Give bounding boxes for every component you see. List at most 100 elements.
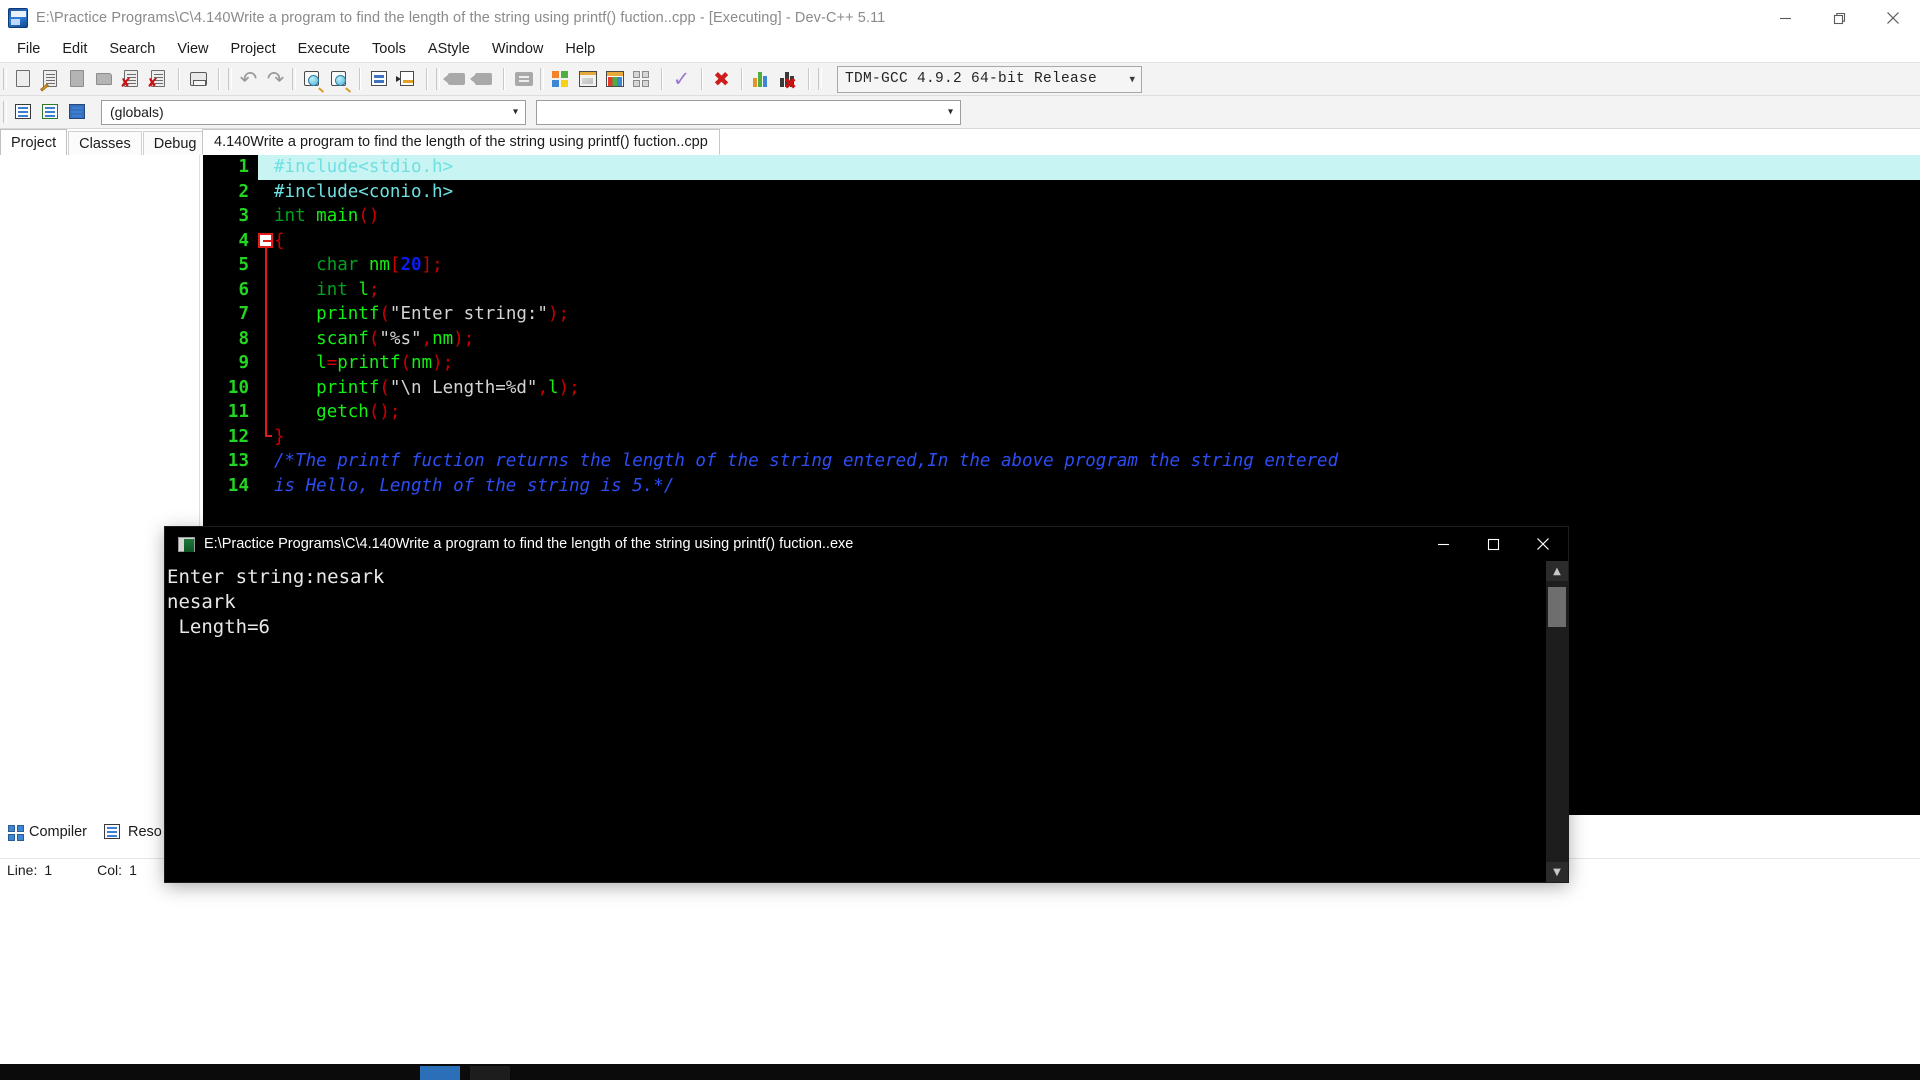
taskbar-item-active[interactable] bbox=[420, 1066, 460, 1080]
line-number: 3 bbox=[238, 206, 249, 226]
tab-compiler[interactable]: Compiler bbox=[8, 824, 88, 841]
new-member-button[interactable] bbox=[37, 99, 64, 126]
magnifier-icon bbox=[303, 70, 325, 93]
toolbar-grip[interactable] bbox=[3, 101, 7, 123]
code-text: char nm[20]; bbox=[316, 255, 443, 275]
toolbar-separator bbox=[661, 68, 662, 90]
find-button[interactable] bbox=[299, 66, 326, 93]
forward-button[interactable] bbox=[470, 66, 497, 93]
syntax-check-button[interactable]: ✓ bbox=[668, 66, 695, 93]
editor-line[interactable]: 4{ bbox=[203, 229, 1920, 254]
back-button[interactable] bbox=[443, 66, 470, 93]
scope-select[interactable]: (globals) ▾ bbox=[101, 99, 526, 125]
editor-line[interactable]: 10 printf("\n Length=%d",l); bbox=[203, 375, 1920, 400]
taskbar-item[interactable] bbox=[470, 1066, 510, 1080]
redo-button[interactable]: ↷ bbox=[262, 66, 289, 93]
scroll-down-arrow-icon[interactable]: ▼ bbox=[1546, 862, 1568, 882]
toggle-bookmark-button[interactable] bbox=[510, 66, 537, 93]
menu-file[interactable]: File bbox=[6, 39, 51, 59]
undo-button[interactable]: ↶ bbox=[235, 66, 262, 93]
restore-button[interactable] bbox=[1812, 0, 1866, 36]
console-minimize-button[interactable] bbox=[1418, 527, 1468, 561]
new-file-button[interactable] bbox=[10, 66, 37, 93]
console-output-line: Length=6 bbox=[167, 616, 270, 638]
editor-line[interactable]: 2 #include<conio.h> bbox=[203, 180, 1920, 205]
editor-tab-active[interactable]: 4.140Write a program to find the length … bbox=[202, 129, 720, 155]
editor-line[interactable]: 3 int main() bbox=[203, 204, 1920, 229]
chevron-down-icon: ▾ bbox=[947, 106, 953, 118]
magnifier-replace-icon bbox=[330, 70, 352, 93]
editor-line[interactable]: 8 scanf("%s",nm); bbox=[203, 326, 1920, 351]
editor-line[interactable]: 5 char nm[20]; bbox=[203, 253, 1920, 278]
tab-project[interactable]: Project bbox=[0, 129, 68, 155]
console-maximize-button[interactable] bbox=[1468, 527, 1518, 561]
close-button[interactable] bbox=[1866, 0, 1920, 36]
profile-button[interactable] bbox=[748, 66, 775, 93]
save-all-button[interactable] bbox=[91, 66, 118, 93]
toolbar-grip[interactable] bbox=[818, 68, 822, 90]
minimize-button[interactable] bbox=[1758, 0, 1812, 36]
scroll-up-arrow-icon[interactable]: ▲ bbox=[1546, 561, 1568, 581]
menu-astyle[interactable]: AStyle bbox=[417, 39, 481, 59]
editor-line[interactable]: 9 l=printf(nm); bbox=[203, 351, 1920, 376]
replace-button[interactable] bbox=[326, 66, 353, 93]
compile-button[interactable] bbox=[547, 66, 574, 93]
menu-execute[interactable]: Execute bbox=[287, 39, 361, 59]
save-button[interactable] bbox=[64, 66, 91, 93]
fold-gutter-empty bbox=[258, 180, 274, 205]
toolbar-grip[interactable] bbox=[436, 68, 440, 90]
delete-profile-button[interactable]: ✖ bbox=[775, 66, 802, 93]
close-all-button[interactable]: ✘ bbox=[145, 66, 172, 93]
toolbar-grip[interactable] bbox=[540, 68, 544, 90]
toolbar-grip[interactable] bbox=[3, 68, 7, 90]
symbol-select[interactable]: ▾ bbox=[536, 99, 961, 125]
run-button[interactable] bbox=[574, 66, 601, 93]
menu-help[interactable]: Help bbox=[554, 39, 606, 59]
bar-chart-delete-icon: ✖ bbox=[779, 71, 798, 92]
menu-edit[interactable]: Edit bbox=[51, 39, 98, 59]
toolbar-grip[interactable] bbox=[228, 68, 232, 90]
menu-project[interactable]: Project bbox=[220, 39, 287, 59]
editor-line[interactable]: 14 is Hello, Length of the string is 5.*/ bbox=[203, 474, 1920, 499]
status-line-label: Line: bbox=[7, 861, 38, 878]
goto-line-button[interactable] bbox=[393, 66, 420, 93]
stop-execution-button[interactable]: ✖ bbox=[708, 66, 735, 93]
browse-button[interactable] bbox=[64, 99, 91, 126]
scrollbar-thumb[interactable] bbox=[1548, 587, 1566, 627]
status-col-value: 1 bbox=[129, 861, 137, 878]
menu-window[interactable]: Window bbox=[481, 39, 555, 59]
find-next-button[interactable] bbox=[366, 66, 393, 93]
console-window[interactable]: E:\Practice Programs\C\4.140Write a prog… bbox=[165, 527, 1568, 882]
new-class-button[interactable] bbox=[10, 99, 37, 126]
line-number: 7 bbox=[238, 304, 249, 324]
print-button[interactable] bbox=[185, 66, 212, 93]
tab-debug[interactable]: Debug bbox=[142, 131, 208, 155]
rebuild-all-button[interactable] bbox=[628, 66, 655, 93]
editor-line[interactable]: 12} bbox=[203, 424, 1920, 450]
editor-line[interactable]: 6 int l; bbox=[203, 277, 1920, 302]
fold-collapse-icon[interactable] bbox=[258, 229, 274, 254]
menu-view[interactable]: View bbox=[166, 39, 219, 59]
close-file-button[interactable]: ✘ bbox=[118, 66, 145, 93]
open-file-button[interactable] bbox=[37, 66, 64, 93]
status-line-value: 1 bbox=[44, 861, 53, 878]
menu-tools[interactable]: Tools bbox=[361, 39, 417, 59]
editor-line[interactable]: 13 /*The printf fuction returns the lengt… bbox=[203, 449, 1920, 474]
tab-classes[interactable]: Classes bbox=[68, 131, 142, 155]
compile-and-run-button[interactable] bbox=[601, 66, 628, 93]
toolbar-grip[interactable] bbox=[292, 68, 296, 90]
menu-search[interactable]: Search bbox=[98, 39, 166, 59]
console-output[interactable]: Enter string:nesark nesark Length=6 bbox=[165, 561, 1546, 882]
editor-line[interactable]: 1 #include<stdio.h> bbox=[203, 155, 1920, 180]
compiler-set-select[interactable]: TDM-GCC 4.9.2 64-bit Release ▾ bbox=[837, 65, 1142, 93]
editor-line[interactable]: 11 getch(); bbox=[203, 400, 1920, 425]
tab-compiler-label: Compiler bbox=[29, 824, 88, 840]
console-scrollbar[interactable]: ▲ ▼ bbox=[1546, 561, 1568, 882]
fold-guide-line bbox=[258, 351, 274, 376]
tab-resources[interactable]: Reso bbox=[103, 823, 162, 841]
console-close-button[interactable] bbox=[1518, 527, 1568, 561]
fold-gutter-empty bbox=[258, 204, 274, 229]
gray-quad-icon bbox=[633, 70, 650, 88]
editor-line[interactable]: 7 printf("Enter string:"); bbox=[203, 302, 1920, 327]
line-number: 6 bbox=[238, 279, 249, 300]
